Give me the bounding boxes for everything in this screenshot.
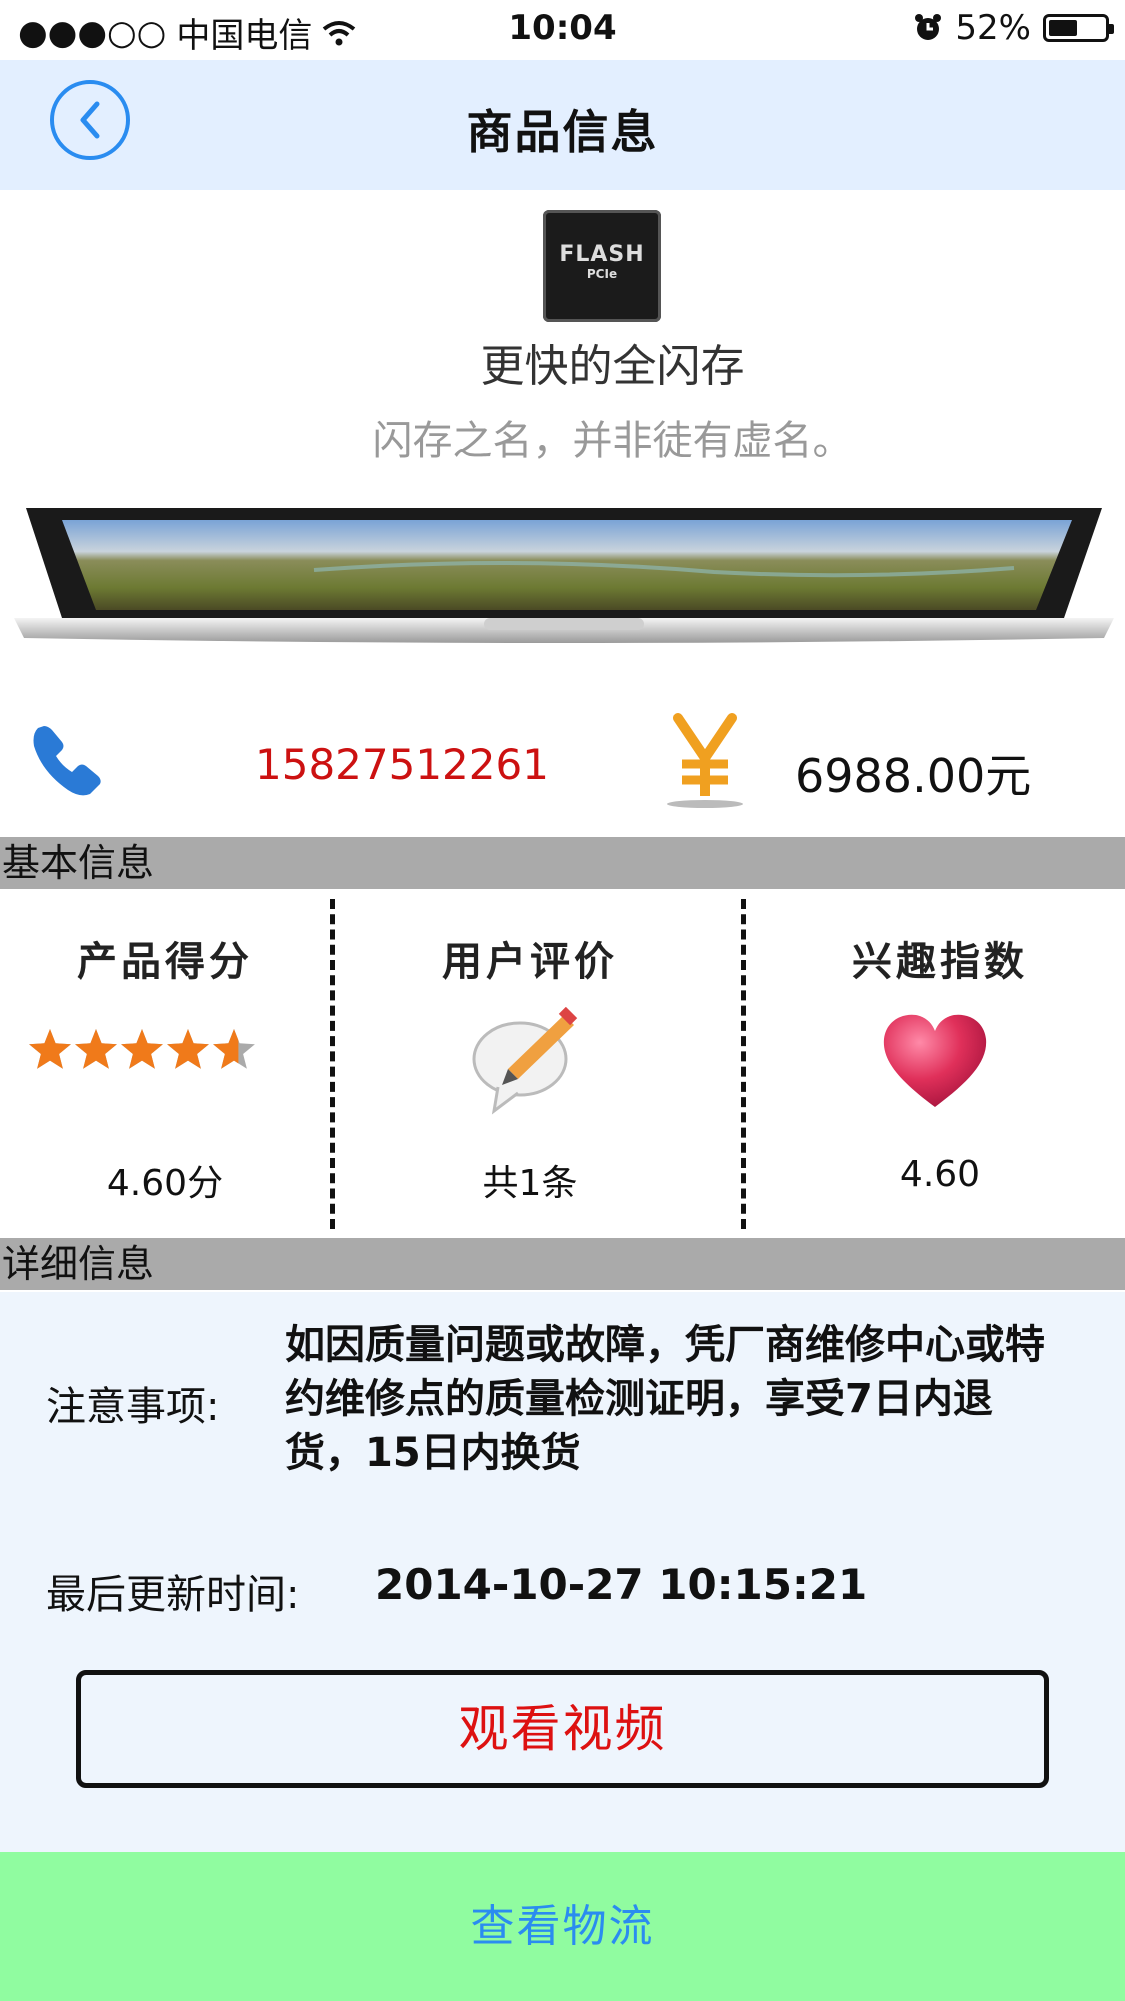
laptop-image bbox=[14, 508, 1114, 643]
status-bar: ●●●○○ 中国电信 10:04 52% bbox=[0, 0, 1125, 60]
status-right: 52% bbox=[913, 8, 1114, 48]
watch-video-button[interactable]: 观看视频 bbox=[76, 1670, 1049, 1788]
page-title: 商品信息 bbox=[466, 105, 659, 159]
section-basic-info: 基本信息 bbox=[0, 837, 1125, 889]
battery-percent: 52% bbox=[955, 8, 1031, 48]
update-time-label: 最后更新时间: bbox=[46, 1572, 300, 1618]
notice-text: 如因质量问题或故障，凭厂商维修中心或特约维修点的质量检测证明，享受7日内退货，1… bbox=[285, 1322, 1045, 1476]
star bbox=[167, 1029, 209, 1069]
star-rating bbox=[28, 1029, 258, 1073]
star bbox=[75, 1029, 117, 1069]
review-count: 共1条 bbox=[482, 1163, 578, 1204]
interest-title: 兴趣指数 bbox=[852, 938, 1028, 985]
comment-icon[interactable] bbox=[468, 1007, 588, 1117]
review-title: 用户评价 bbox=[442, 938, 618, 985]
star bbox=[121, 1029, 163, 1069]
star bbox=[213, 1029, 255, 1069]
flash-chip-image: FLASH PCIe bbox=[543, 210, 661, 322]
notice-label: 注意事项: bbox=[46, 1384, 220, 1430]
nav-bar: 商品信息 bbox=[0, 60, 1125, 190]
detail-panel: 注意事项: 如因质量问题或故障，凭厂商维修中心或特约维修点的质量检测证明，享受7… bbox=[0, 1292, 1125, 1852]
stars-svg bbox=[29, 1029, 255, 1069]
heart-icon[interactable] bbox=[880, 1011, 990, 1111]
view-logistics-button[interactable]: 查看物流 bbox=[0, 1852, 1125, 2001]
update-time-value: 2014-10-27 10:15:21 bbox=[375, 1560, 868, 1609]
section-detail-info: 详细信息 bbox=[0, 1238, 1125, 1290]
battery-fill bbox=[1049, 20, 1077, 36]
score-title: 产品得分 bbox=[77, 938, 253, 985]
contact-row: 15827512261 6988.00元 bbox=[0, 690, 1125, 835]
chip-sublabel: PCIe bbox=[586, 267, 618, 281]
card-divider bbox=[330, 899, 335, 1229]
banner-subtitle: 闪存之名，并非徒有虚名。 bbox=[372, 418, 853, 464]
phone-number[interactable]: 15827512261 bbox=[255, 740, 549, 789]
star bbox=[29, 1029, 71, 1069]
chip-label: FLASH bbox=[559, 242, 645, 267]
score-value: 4.60分 bbox=[106, 1163, 224, 1204]
info-cards: 产品得分 4.60分 用户评价 共1条 兴趣指数 4.60 bbox=[0, 889, 1125, 1234]
product-banner: FLASH PCIe 更快的全闪存 闪存之名，并非徒有虚名。 bbox=[0, 190, 1125, 690]
banner-title: 更快的全闪存 bbox=[480, 341, 745, 392]
phone-icon[interactable] bbox=[28, 720, 108, 800]
card-divider bbox=[741, 899, 746, 1229]
price: 6988.00元 bbox=[795, 749, 1032, 803]
yen-icon bbox=[667, 713, 743, 808]
battery-icon bbox=[1043, 14, 1114, 42]
interest-value: 4.60 bbox=[899, 1154, 981, 1195]
alarm-icon bbox=[915, 14, 942, 40]
